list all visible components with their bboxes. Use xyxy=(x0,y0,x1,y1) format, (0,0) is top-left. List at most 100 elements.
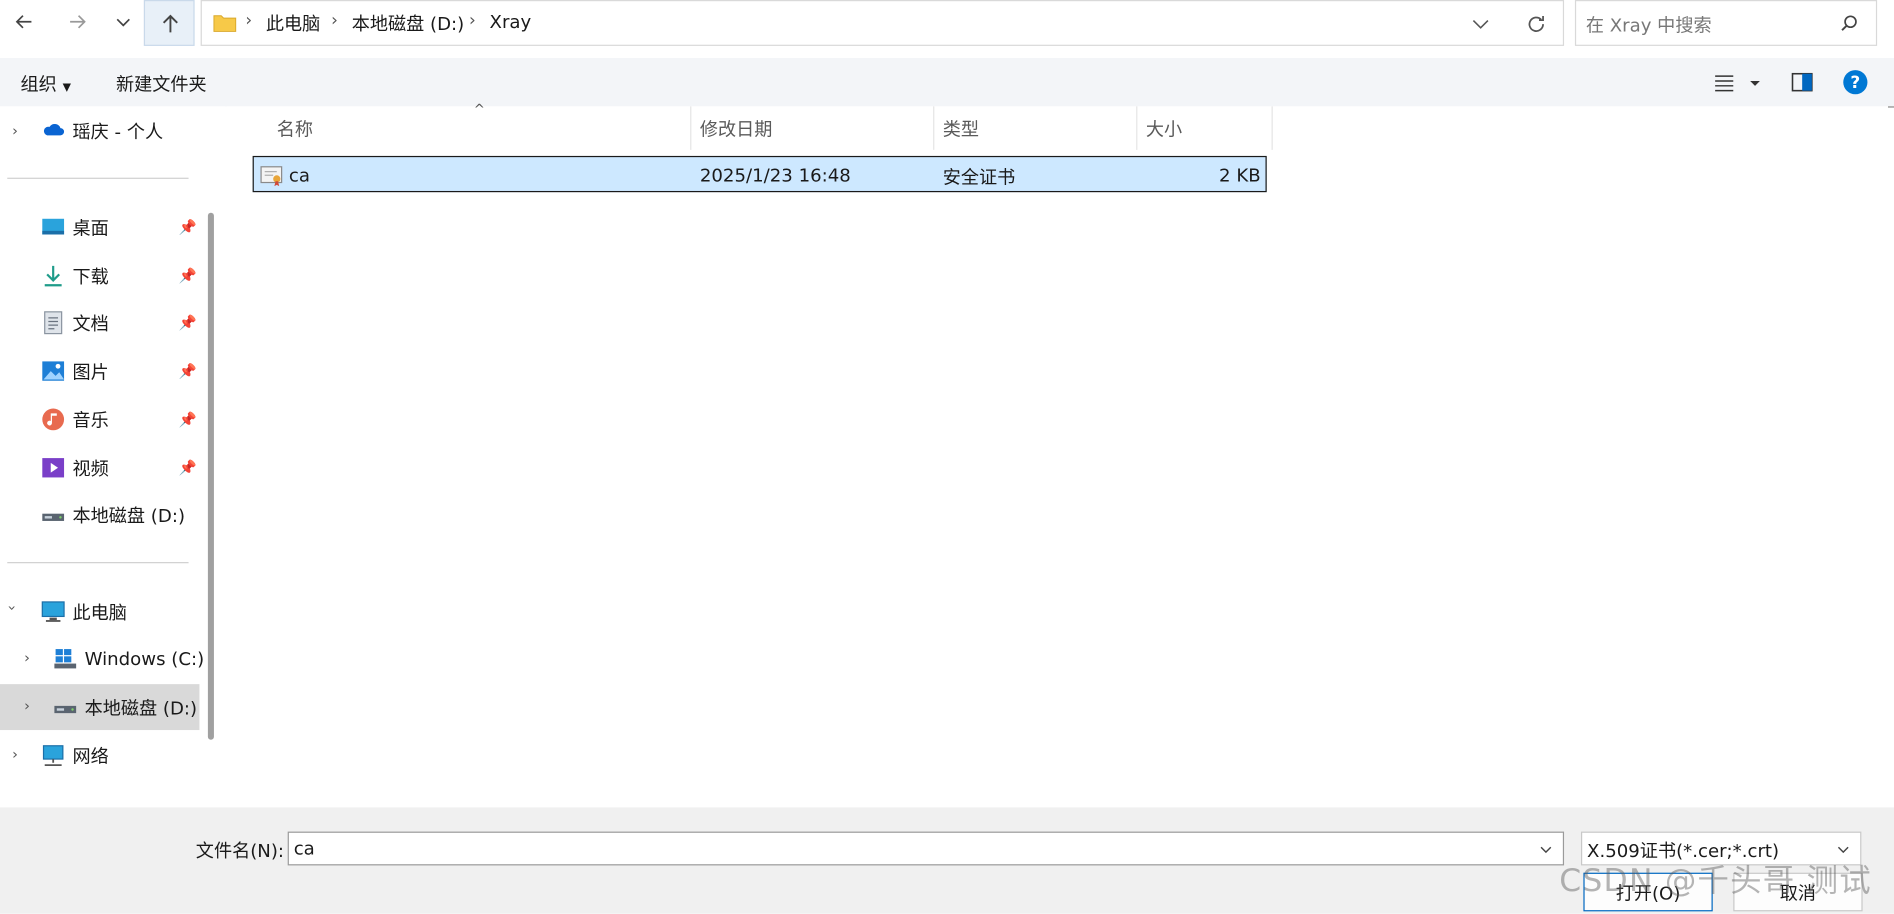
pin-icon: 📌 xyxy=(178,314,197,332)
arrow-left-icon xyxy=(15,15,32,29)
svg-text:?: ? xyxy=(1850,72,1860,92)
picture-icon xyxy=(42,361,65,381)
chevron-down-icon[interactable] xyxy=(1539,842,1554,857)
sidebar-item-drive-d-quick[interactable]: 本地磁盘 (D:) xyxy=(41,493,185,537)
sidebar-item-label: 桌面 xyxy=(72,216,109,239)
sidebar-item-documents[interactable]: 文档 xyxy=(41,301,109,345)
organize-button[interactable]: 组织 ▼ xyxy=(21,71,71,96)
chevron-down-icon[interactable]: › xyxy=(4,605,21,611)
address-bar[interactable]: › 此电脑 › 本地磁盘 (D:) › Xray xyxy=(200,0,1565,46)
column-separator[interactable] xyxy=(1136,106,1138,150)
column-separator[interactable] xyxy=(933,106,935,150)
filename-value: ca xyxy=(293,837,315,860)
sort-ascending-icon: ^ xyxy=(473,101,485,118)
column-header-type[interactable]: 类型 xyxy=(943,116,979,141)
forward-button[interactable] xyxy=(58,2,97,41)
drive-icon xyxy=(54,705,77,714)
chevron-right-icon[interactable]: › xyxy=(12,746,18,763)
sidebar-item-videos[interactable]: 视频 xyxy=(41,446,109,490)
sidebar-item-label: 音乐 xyxy=(72,409,109,431)
column-separator[interactable] xyxy=(690,106,692,150)
resize-grip xyxy=(1887,106,1894,122)
windows-drive-icon xyxy=(54,649,77,669)
chevron-down-icon xyxy=(116,18,130,27)
file-size: 2 KB xyxy=(1219,164,1261,187)
pin-icon: 📌 xyxy=(178,362,197,380)
network-icon xyxy=(42,745,64,767)
arrow-right-icon xyxy=(70,15,86,29)
download-icon xyxy=(44,265,62,287)
breadcrumb-drive-d[interactable]: 本地磁盘 (D:) xyxy=(352,11,465,36)
sidebar-item-label: 视频 xyxy=(72,457,109,480)
search-input[interactable]: 在 Xray 中搜索 xyxy=(1586,12,1712,37)
cloud-icon xyxy=(43,124,65,136)
sidebar-item-music[interactable]: 音乐 xyxy=(41,398,109,442)
filename-input[interactable]: ca xyxy=(287,831,1565,866)
arrow-up-icon xyxy=(162,14,178,33)
chevron-down-icon[interactable] xyxy=(1471,15,1490,34)
help-icon[interactable]: ? xyxy=(1842,69,1869,96)
search-icon xyxy=(1841,15,1857,31)
certificate-icon xyxy=(260,166,283,187)
sidebar-item-drive-c[interactable]: Windows (C:) xyxy=(53,637,204,681)
breadcrumb-this-pc[interactable]: 此电脑 xyxy=(266,11,320,36)
refresh-icon[interactable] xyxy=(1525,13,1547,35)
back-button[interactable] xyxy=(5,2,44,41)
chevron-right-icon[interactable]: › xyxy=(12,122,18,139)
sidebar-item-downloads[interactable]: 下载 xyxy=(41,254,109,298)
column-header-name[interactable]: 名称 xyxy=(277,116,313,141)
file-type: 安全证书 xyxy=(942,166,1016,189)
pin-icon: 📌 xyxy=(178,267,197,285)
sidebar-item-desktop[interactable]: 桌面 xyxy=(41,205,109,249)
column-separator[interactable] xyxy=(1271,106,1273,150)
sidebar-item-label: 此电脑 xyxy=(72,601,127,624)
pin-icon: 📌 xyxy=(178,410,197,428)
sidebar-item-label: 文档 xyxy=(72,312,109,335)
preview-pane-icon[interactable] xyxy=(1791,71,1813,93)
breadcrumb-separator: › xyxy=(331,10,338,31)
file-dialog-footer: 文件名(N): ca X.509证书(*.cer;*.crt) 打开(O) 取消… xyxy=(0,807,1894,914)
sidebar-item-label: 下载 xyxy=(72,265,109,288)
folder-icon xyxy=(213,15,237,32)
video-icon xyxy=(42,458,65,478)
breadcrumb-separator: › xyxy=(245,10,253,31)
search-box[interactable]: 在 Xray 中搜索 xyxy=(1574,0,1878,46)
organize-label: 组织 xyxy=(20,73,57,96)
chevron-right-icon[interactable]: › xyxy=(24,649,30,666)
sidebar-item-label: 瑶庆 - 个人 xyxy=(72,120,164,143)
file-name: ca xyxy=(288,164,310,187)
divider xyxy=(7,562,189,564)
sidebar-item-pictures[interactable]: 图片 xyxy=(41,349,109,393)
new-folder-button[interactable]: 新建文件夹 xyxy=(116,71,207,96)
command-bar: 组织 ▼ 新建文件夹 ? xyxy=(0,58,1894,107)
music-icon xyxy=(42,408,65,431)
sidebar-item-label: Windows (C:) xyxy=(84,647,205,670)
drive-icon xyxy=(42,513,65,521)
recent-locations-button[interactable] xyxy=(104,2,143,41)
sidebar-item-label: 本地磁盘 (D:) xyxy=(72,504,186,527)
sidebar-item-label: 图片 xyxy=(72,360,109,383)
document-icon xyxy=(44,311,63,335)
pin-icon: 📌 xyxy=(178,459,197,477)
view-options-icon[interactable] xyxy=(1714,73,1762,92)
divider xyxy=(7,177,189,179)
sidebar-item-drive-d[interactable]: 本地磁盘 (D:) xyxy=(53,685,197,729)
filename-label: 文件名(N): xyxy=(195,840,285,862)
column-header-modified[interactable]: 修改日期 xyxy=(700,116,773,141)
chevron-right-icon[interactable]: › xyxy=(24,697,30,714)
sidebar-item-label: 网络 xyxy=(72,745,109,767)
sidebar-item-label: 本地磁盘 (D:) xyxy=(84,696,198,719)
breadcrumb-xray[interactable]: Xray xyxy=(490,11,532,33)
pin-icon: 📌 xyxy=(178,218,197,236)
sidebar-scrollbar[interactable] xyxy=(207,212,214,740)
caret-down-icon: ▼ xyxy=(62,82,71,95)
breadcrumb-separator: › xyxy=(468,10,476,31)
table-row[interactable]: ca 2025/1/23 16:48 安全证书 2 KB xyxy=(252,155,1267,193)
sidebar-item-onedrive[interactable]: 瑶庆 - 个人 xyxy=(41,109,163,153)
desktop-icon xyxy=(42,218,65,235)
computer-icon xyxy=(41,601,65,622)
column-header-size[interactable]: 大小 xyxy=(1146,116,1182,141)
up-button[interactable] xyxy=(143,0,195,46)
sidebar-item-this-pc[interactable]: 此电脑 xyxy=(41,590,127,634)
sidebar-item-network[interactable]: 网络 xyxy=(41,734,109,778)
